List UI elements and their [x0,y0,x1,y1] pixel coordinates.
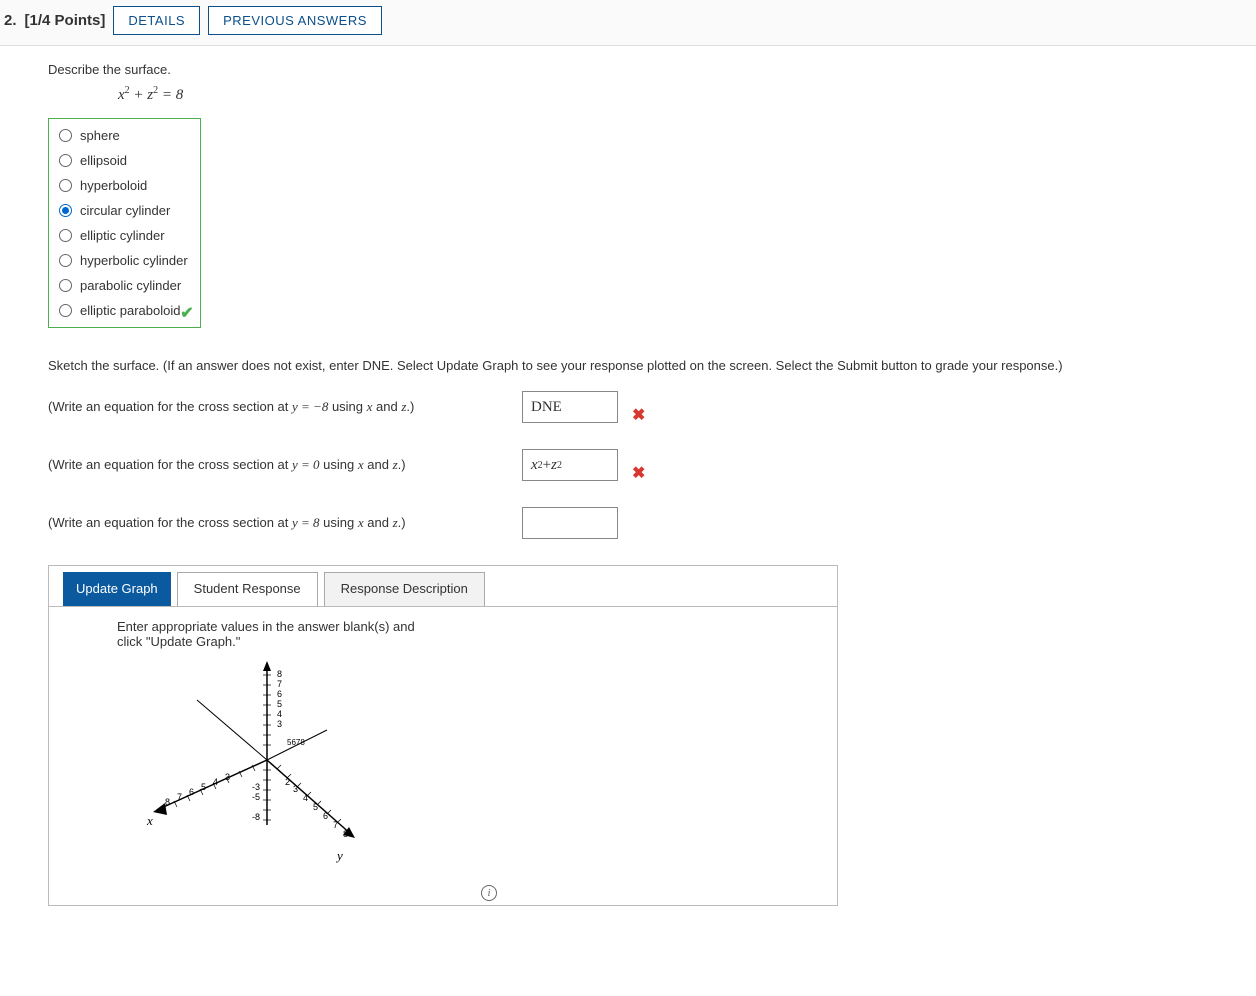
svg-text:7: 7 [277,679,282,689]
svg-text:8: 8 [277,669,282,679]
svg-text:3: 3 [277,719,282,729]
question-body: Describe the surface. x2 + z2 = 8 sphere… [0,46,1200,906]
radio-icon[interactable] [59,129,72,142]
choice-group: sphere ellipsoid hyperboloid circular cylin… [48,118,201,328]
wrong-icon: ✖ [632,463,645,483]
cross-section-label: (Write an equation for the cross section… [48,399,508,415]
question-header: 2. [1/4 Points] DETAILS PREVIOUS ANSWERS [0,0,1256,46]
choice-elliptic-cylinder[interactable]: elliptic cylinder [53,223,194,248]
svg-text:3: 3 [225,772,230,782]
tab-response-description[interactable]: Response Description [324,572,485,606]
cross-section-row: (Write an equation for the cross section… [48,449,1200,481]
answer-input[interactable] [522,507,618,539]
choice-parabolic-cylinder[interactable]: parabolic cylinder [53,273,194,298]
cross-section-row: (Write an equation for the cross section… [48,391,1200,423]
choice-label: elliptic cylinder [80,228,165,243]
choice-hyperboloid[interactable]: hyperboloid [53,173,194,198]
info-icon[interactable]: i [481,885,497,901]
svg-text:-8: -8 [252,812,260,822]
svg-text:5: 5 [313,802,318,812]
choice-label: hyperboloid [80,178,147,193]
svg-text:4: 4 [303,793,308,803]
svg-text:2: 2 [285,777,290,787]
svg-text:7: 7 [333,820,338,830]
svg-text:-3: -3 [252,782,260,792]
svg-text:5678: 5678 [287,738,305,747]
radio-icon[interactable] [59,304,72,317]
axis-y-label: y [335,848,343,863]
svg-text:6: 6 [189,787,194,797]
question-number: 2. [4,12,17,29]
svg-text:6: 6 [323,811,328,821]
radio-icon[interactable] [59,154,72,167]
graph-tabs: Update Graph Student Response Response D… [49,566,837,606]
choice-ellipsoid[interactable]: ellipsoid [53,148,194,173]
radio-icon[interactable] [59,204,72,217]
sketch-instruction: Sketch the surface. (If an answer does n… [48,358,1200,373]
choice-label: ellipsoid [80,153,127,168]
choice-circular-cylinder[interactable]: circular cylinder [53,198,194,223]
axes-3d: 876 543 876 543 234 567 8 [127,655,387,875]
radio-icon[interactable] [59,279,72,292]
graph-body: Enter appropriate values in the answer b… [49,606,837,905]
svg-text:5: 5 [277,699,282,709]
radio-icon[interactable] [59,229,72,242]
svg-text:7: 7 [177,792,182,802]
details-button[interactable]: DETAILS [113,6,200,35]
cross-section-row: (Write an equation for the cross section… [48,507,1200,539]
choice-label: elliptic paraboloid [80,303,180,318]
choice-label: sphere [80,128,120,143]
radio-icon[interactable] [59,179,72,192]
radio-icon[interactable] [59,254,72,267]
svg-text:3: 3 [293,784,298,794]
choice-label: circular cylinder [80,203,170,218]
check-icon: ✔ [180,303,193,323]
answer-input[interactable]: DNE [522,391,618,423]
update-graph-button[interactable]: Update Graph [63,572,171,606]
previous-answers-button[interactable]: PREVIOUS ANSWERS [208,6,382,35]
points-label: [1/4 Points] [25,12,106,29]
choice-label: hyperbolic cylinder [80,253,188,268]
svg-text:4: 4 [213,777,218,787]
svg-text:4: 4 [277,709,282,719]
wrong-icon: ✖ [632,405,645,425]
axis-x-label: x [146,813,153,828]
svg-text:5: 5 [201,782,206,792]
prompt-text: Describe the surface. [48,62,1200,77]
answer-input[interactable]: x2 + z2 [522,449,618,481]
svg-text:8: 8 [343,829,348,839]
choice-label: parabolic cylinder [80,278,181,293]
cross-section-label: (Write an equation for the cross section… [48,515,508,531]
cross-section-label: (Write an equation for the cross section… [48,457,508,473]
svg-text:-5: -5 [252,792,260,802]
tab-student-response[interactable]: Student Response [177,572,318,606]
choice-hyperbolic-cylinder[interactable]: hyperbolic cylinder [53,248,194,273]
choice-sphere[interactable]: sphere [53,123,194,148]
svg-text:6: 6 [277,689,282,699]
choice-elliptic-paraboloid[interactable]: elliptic paraboloid [53,298,194,323]
equation: x2 + z2 = 8 [118,85,1200,104]
graph-hint: Enter appropriate values in the answer b… [117,619,437,649]
graph-panel: Update Graph Student Response Response D… [48,565,838,906]
svg-text:8: 8 [165,797,170,807]
